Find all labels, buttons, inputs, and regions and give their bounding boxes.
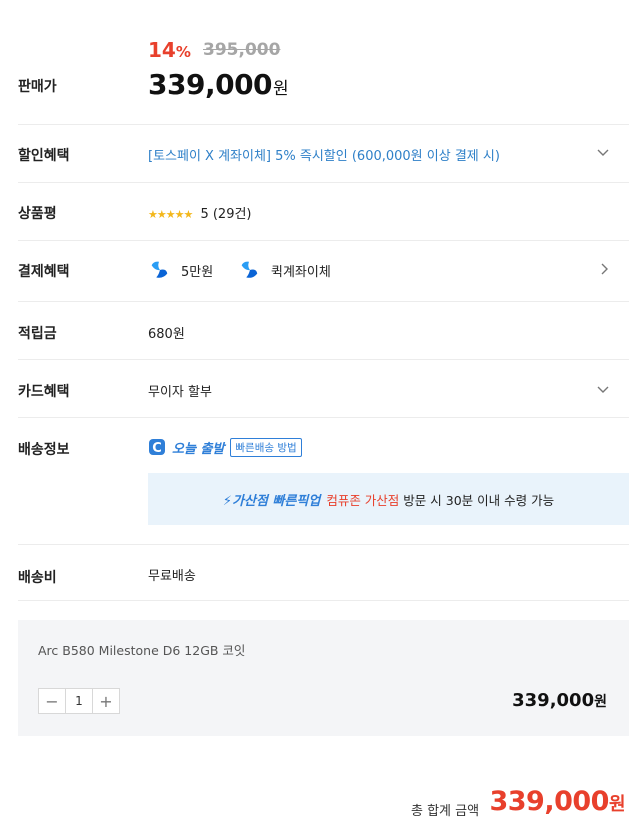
compuzone-c-icon: C (149, 439, 165, 456)
quantity-stepper[interactable]: − 1 + (38, 688, 120, 714)
today-shipping-text: 오늘 출발 (172, 441, 225, 457)
review-row: 상품평 ★★★★★ 5 (29건) (18, 183, 629, 241)
discount-benefit-text[interactable]: [토스페이 X 계좌이체] 5% 즉시할인 (600,000원 이상 결제 시) (148, 145, 500, 164)
pickup-store-name: 컴퓨존 가산점 (326, 492, 400, 508)
pickup-description: 방문 시 30분 이내 수령 가능 (403, 492, 555, 508)
chevron-down-icon[interactable] (597, 383, 609, 397)
discount-symbol: % (175, 43, 191, 61)
price-label: 판매가 (18, 79, 57, 95)
decrease-button[interactable]: − (39, 689, 65, 713)
lightning-icon: ⚡ (222, 493, 233, 509)
shipping-info-row: 배송정보 C 오늘 출발 빠른배송 방법 ⚡가산점 빠른픽업 컴퓨존 가산점 방… (18, 418, 629, 545)
option-price: 339,000원 (512, 690, 607, 711)
chevron-down-icon[interactable] (597, 146, 609, 160)
toss-pay-icon (241, 261, 258, 278)
payment-benefit-label: 결제혜택 (18, 264, 70, 280)
quick-transfer-text: 퀵계좌이체 (271, 264, 331, 280)
toss-benefit-item: 5만원 (148, 259, 213, 281)
quick-pickup-title-text: 가산점 빠른픽업 (232, 493, 321, 509)
sale-price: 339,000원 (148, 68, 289, 101)
payment-benefit-row[interactable]: 결제혜택 5만원 퀵계좌이체 (18, 241, 629, 302)
option-name: Arc B580 Milestone D6 12GB 코잇 (38, 643, 246, 658)
shipping-info-label: 배송정보 (18, 442, 70, 458)
quick-transfer-item: 퀵계좌이체 (238, 259, 331, 281)
quantity-value[interactable]: 1 (65, 689, 93, 713)
card-benefit-label: 카드혜택 (18, 384, 70, 400)
discount-benefit-label: 할인혜택 (18, 148, 70, 164)
total-price: 339,000원 (489, 786, 625, 817)
option-price-value: 339,000 (512, 690, 595, 711)
original-price: 395,000 (203, 40, 281, 60)
points-label: 적립금 (18, 326, 57, 342)
today-shipping-badge: C 오늘 출발 빠른배송 방법 (148, 437, 302, 457)
star-rating-icon: ★★★★★ (148, 208, 193, 221)
card-benefit-row[interactable]: 카드혜택 무이자 할부 (18, 360, 629, 418)
increase-button[interactable]: + (93, 689, 119, 713)
svg-text:C: C (152, 441, 162, 456)
total-price-value: 339,000 (489, 786, 609, 817)
shipping-fee-value: 무료배송 (148, 569, 196, 584)
discount-percent: 14 (148, 38, 176, 62)
chevron-right-icon[interactable] (601, 263, 609, 278)
total-label: 총 합계 금액 (411, 804, 480, 819)
total-price-unit: 원 (608, 794, 626, 815)
shipping-fee-row: 배송비 무료배송 (18, 545, 629, 601)
sale-price-value: 339,000 (148, 68, 273, 101)
discount-benefit-row[interactable]: 할인혜택 [토스페이 X 계좌이체] 5% 즉시할인 (600,000원 이상 … (18, 125, 629, 183)
points-value: 680원 (148, 327, 185, 342)
review-score: 5 (29건) (200, 207, 252, 222)
price-row: 판매가 (18, 0, 629, 125)
quick-pickup-banner: ⚡가산점 빠른픽업 컴퓨존 가산점 방문 시 30분 이내 수령 가능 (148, 473, 629, 525)
option-price-unit: 원 (594, 694, 607, 710)
selected-option-box: Arc B580 Milestone D6 12GB 코잇 − 1 + 339,… (18, 620, 629, 736)
review-summary[interactable]: ★★★★★ 5 (29건) (148, 203, 252, 222)
shipping-fee-label: 배송비 (18, 570, 57, 586)
quick-pickup-title: ⚡가산점 빠른픽업 (223, 490, 320, 509)
shipping-method-link[interactable]: 빠른배송 방법 (230, 437, 302, 457)
card-benefit-value: 무이자 할부 (148, 385, 212, 400)
toss-benefit-text: 5만원 (181, 264, 214, 280)
discount-rate: 14% (148, 38, 191, 62)
points-row: 적립금 680원 (18, 302, 629, 360)
review-label: 상품평 (18, 206, 57, 222)
toss-pay-icon (151, 261, 168, 278)
sale-price-unit: 원 (273, 79, 289, 99)
